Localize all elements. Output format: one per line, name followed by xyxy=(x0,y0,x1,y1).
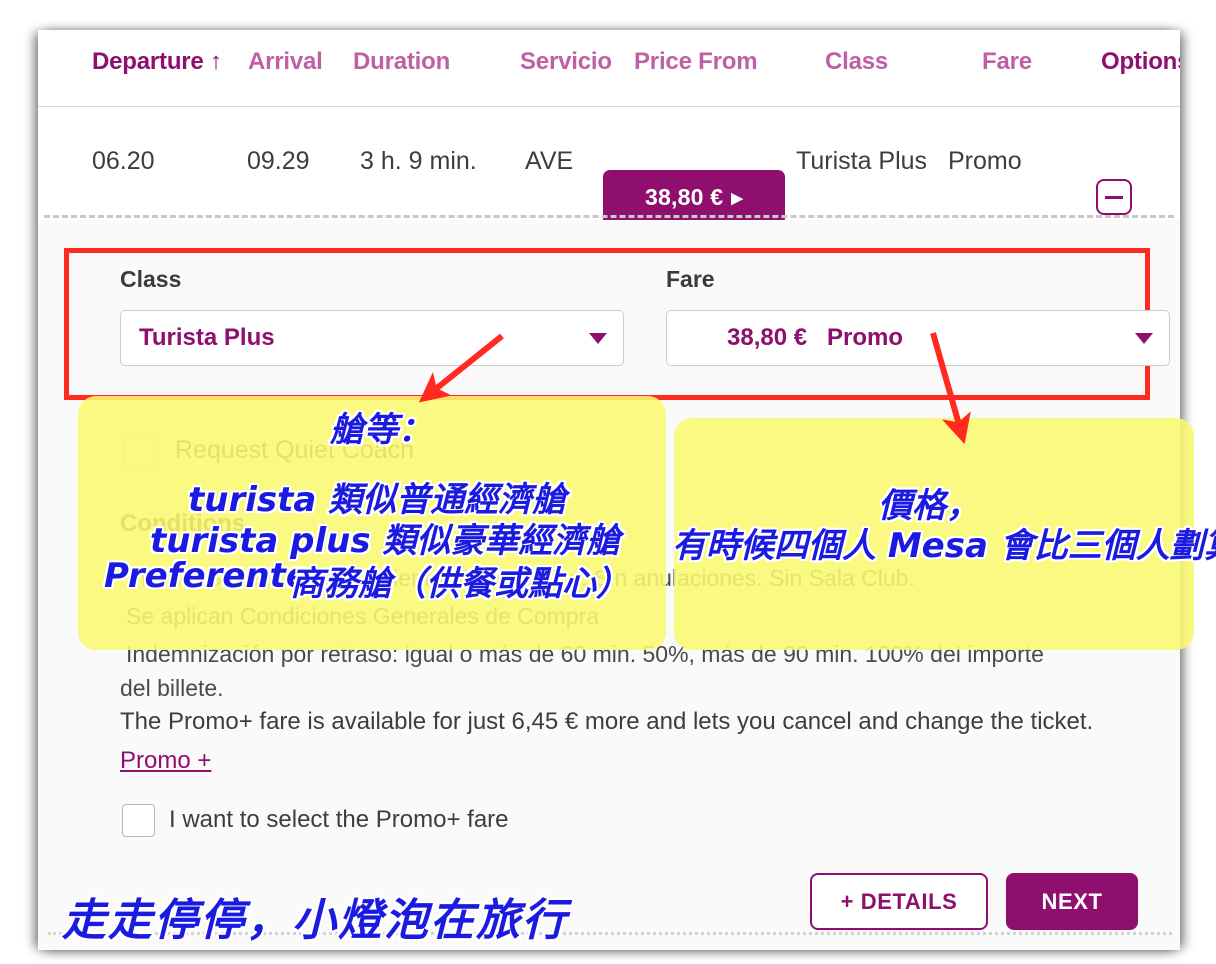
next-button[interactable]: NEXT xyxy=(1006,873,1138,930)
handwritten-watermark: 走走停停，小燈泡在旅行 xyxy=(62,895,568,946)
cell-departure-time: 06.20 xyxy=(92,147,155,175)
class-select-value: Turista Plus xyxy=(139,324,275,351)
chevron-down-icon xyxy=(1135,333,1153,344)
cell-service-type: AVE xyxy=(525,147,574,175)
play-arrow-icon: ▶ xyxy=(731,189,743,207)
conditions-line: del billete. xyxy=(120,675,224,701)
promo-plus-link[interactable]: Promo + xyxy=(120,747,211,775)
handwritten-note-left-line-1: 艙等： xyxy=(330,410,432,450)
handwritten-note-left-line-5: 商務艙（供餐或點心） xyxy=(290,564,630,604)
fare-field-label: Fare xyxy=(666,266,715,292)
handwritten-note-left-line-4: Preferente xyxy=(104,556,309,596)
cell-duration: 3 h. 9 min. xyxy=(360,147,477,175)
column-header-price-from[interactable]: Price From xyxy=(634,48,758,76)
handwritten-note-right-line-2: 有時候四個人 Mesa 會比三個人劃算 xyxy=(672,526,1216,566)
price-amount: 38,80 € xyxy=(645,184,724,210)
cell-fare: Promo xyxy=(948,147,1022,175)
column-header-arrival[interactable]: Arrival xyxy=(248,48,323,76)
details-button[interactable]: + DETAILS xyxy=(810,873,988,930)
handwritten-note-left-line-3: turista plus 類似豪華經濟艙 xyxy=(150,521,621,561)
class-field-label: Class xyxy=(120,266,182,292)
promo-plus-description: The Promo+ fare is available for just 6,… xyxy=(120,708,1094,735)
column-header-duration[interactable]: Duration xyxy=(353,48,450,76)
fare-select-name: Promo xyxy=(827,324,904,351)
chevron-down-icon xyxy=(589,333,607,344)
promo-plus-checkbox-label: I want to select the Promo+ fare xyxy=(169,806,509,833)
fare-select[interactable]: 38,80 € Promo xyxy=(666,310,1170,366)
collapse-row-minus-icon[interactable] xyxy=(1096,179,1132,215)
row-divider xyxy=(44,215,1174,218)
fare-select-price: 38,80 € xyxy=(727,324,808,351)
promo-plus-checkbox[interactable] xyxy=(122,804,155,837)
results-table-header: Departure ↑ Arrival Duration Servicio Pr… xyxy=(38,30,1180,107)
column-header-departure[interactable]: Departure ↑ xyxy=(92,48,222,76)
column-header-servicio[interactable]: Servicio xyxy=(520,48,612,76)
screenshot-root: Departure ↑ Arrival Duration Servicio Pr… xyxy=(0,0,1216,964)
column-header-class[interactable]: Class xyxy=(825,48,888,76)
train-result-row: 06.20 09.29 3 h. 9 min. AVE 38,80 € ▶ Tu… xyxy=(38,107,1180,225)
cell-arrival-time: 09.29 xyxy=(247,147,310,175)
cell-class: Turista Plus xyxy=(796,147,928,175)
column-header-options[interactable]: Options xyxy=(1101,48,1180,76)
class-select[interactable]: Turista Plus xyxy=(120,310,624,366)
column-header-fare[interactable]: Fare xyxy=(982,48,1032,76)
